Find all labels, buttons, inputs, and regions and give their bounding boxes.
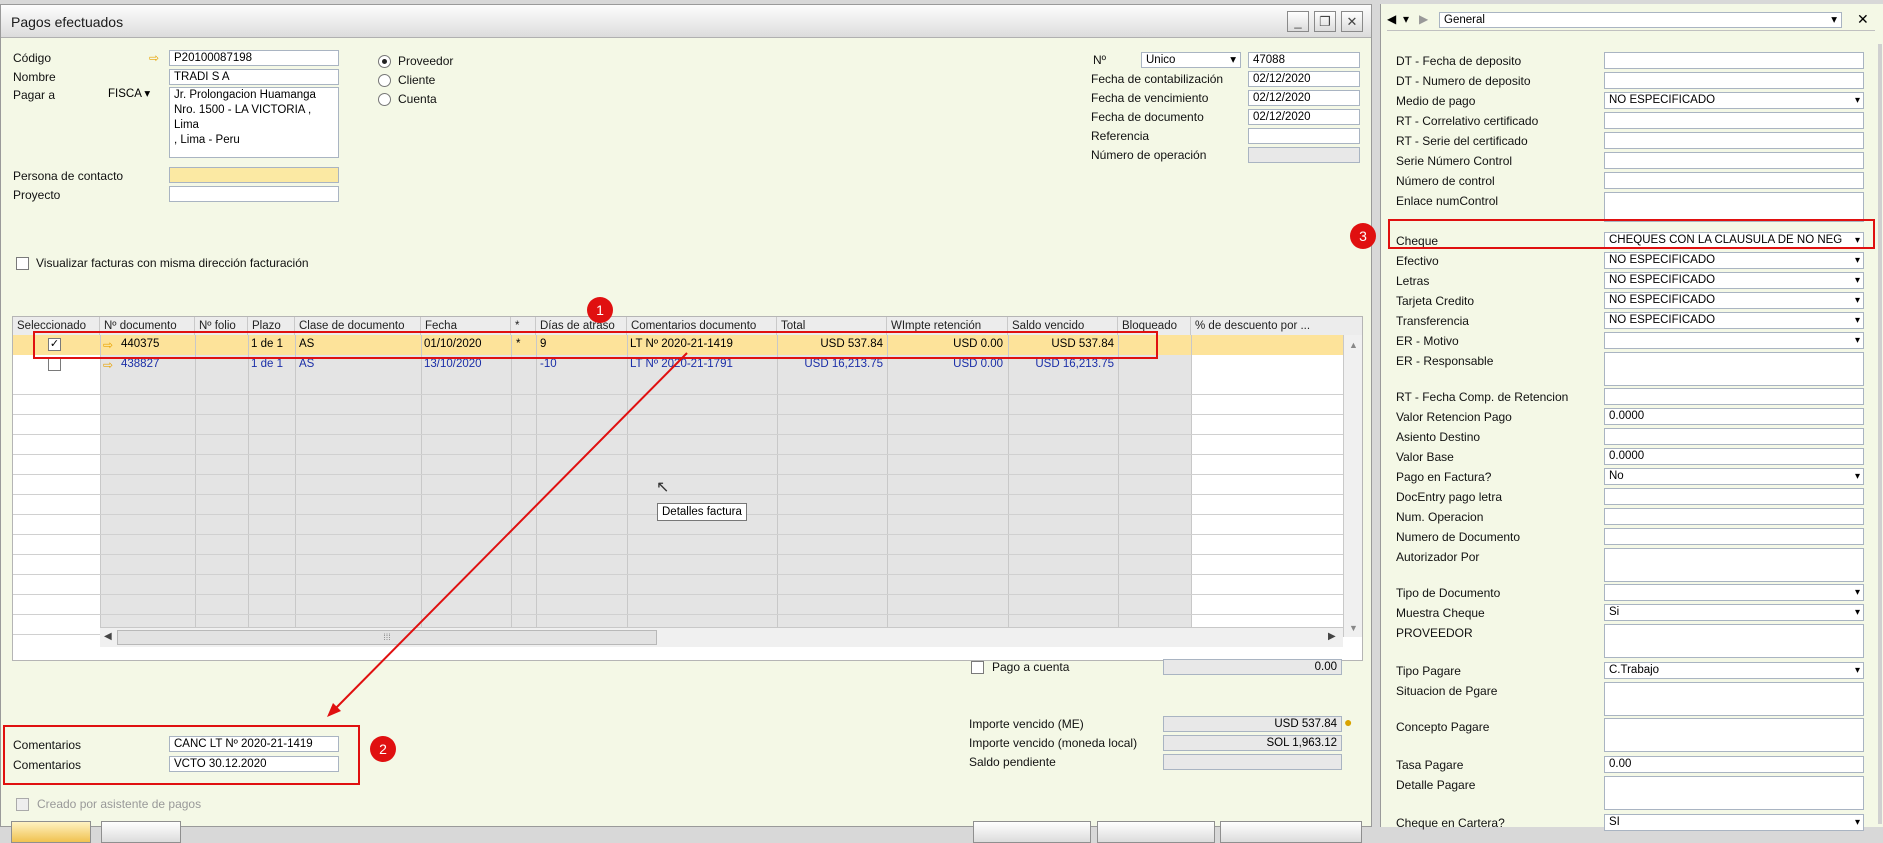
panel-field-input[interactable]: SI ▾ bbox=[1604, 814, 1864, 831]
panel-field-value: Si bbox=[1609, 606, 1620, 618]
chevron-down-icon[interactable]: ▾ bbox=[1855, 273, 1860, 288]
panel-field-label: Serie Número Control bbox=[1396, 154, 1513, 168]
panel-field-label: Muestra Cheque bbox=[1396, 606, 1485, 620]
panel-field-label: ER - Responsable bbox=[1396, 354, 1494, 368]
panel-field-label: Pago en Factura? bbox=[1396, 470, 1492, 484]
panel-field-label: ER - Motivo bbox=[1396, 334, 1459, 348]
chevron-down-icon[interactable]: ▾ bbox=[1855, 815, 1860, 830]
prev-icon[interactable]: ◀ bbox=[1387, 12, 1396, 26]
panel-field-label: Concepto Pagare bbox=[1396, 720, 1490, 734]
panel-field-label: Num. Operacion bbox=[1396, 510, 1484, 524]
panel-field-input[interactable] bbox=[1604, 682, 1864, 716]
panel-field-label: RT - Correlativo certificado bbox=[1396, 114, 1539, 128]
next-icon[interactable]: ▶ bbox=[1419, 12, 1428, 26]
panel-field-input[interactable] bbox=[1604, 488, 1864, 505]
panel-field-input[interactable] bbox=[1604, 112, 1864, 129]
chevron-down-icon[interactable]: ▾ bbox=[1855, 605, 1860, 620]
panel-field-value: SI bbox=[1609, 816, 1620, 828]
panel-field-input[interactable] bbox=[1604, 528, 1864, 545]
user-fields-panel: ◀ ▾ ▶ General ▾ ✕ DT - Fecha de deposito D… bbox=[1380, 4, 1883, 831]
panel-field-input[interactable] bbox=[1604, 388, 1864, 405]
panel-field-label: Transferencia bbox=[1396, 314, 1469, 328]
chevron-down-icon[interactable]: ▾ bbox=[1855, 313, 1860, 328]
panel-field-input[interactable] bbox=[1604, 172, 1864, 189]
chevron-down-icon[interactable]: ▾ bbox=[1855, 469, 1860, 484]
close-icon[interactable]: ✕ bbox=[1857, 11, 1869, 28]
panel-field-input[interactable] bbox=[1604, 776, 1864, 810]
panel-field-value: NO ESPECIFICADO bbox=[1609, 274, 1716, 286]
panel-field-input[interactable] bbox=[1604, 548, 1864, 582]
panel-field-input[interactable] bbox=[1604, 132, 1864, 149]
panel-field-label: Letras bbox=[1396, 274, 1430, 288]
panel-field-value: C.Trabajo bbox=[1609, 664, 1660, 676]
panel-field-value: 0.00 bbox=[1609, 758, 1632, 770]
panel-field-label: Número de control bbox=[1396, 174, 1495, 188]
panel-field-label: RT - Fecha Comp. de Retencion bbox=[1396, 390, 1569, 404]
annotation-badge-3: 3 bbox=[1350, 223, 1376, 249]
panel-field-input[interactable] bbox=[1604, 352, 1864, 386]
panel-field-label: Numero de Documento bbox=[1396, 530, 1521, 544]
panel-field-input[interactable] bbox=[1604, 152, 1864, 169]
chevron-down-icon[interactable]: ▾ bbox=[1855, 93, 1860, 108]
panel-field-input[interactable] bbox=[1604, 624, 1864, 658]
annotation-box-3 bbox=[1388, 219, 1875, 249]
panel-field-input[interactable] bbox=[1604, 718, 1864, 752]
panel-field-label: Situacion de Pgare bbox=[1396, 684, 1498, 698]
panel-header: ◀ ▾ ▶ General ▾ ✕ bbox=[1387, 11, 1875, 31]
panel-field-label: Tipo Pagare bbox=[1396, 664, 1461, 678]
panel-field-value: No bbox=[1609, 470, 1624, 482]
panel-field-label: PROVEEDOR bbox=[1396, 626, 1473, 640]
panel-field-input[interactable]: C.Trabajo ▾ bbox=[1604, 662, 1864, 679]
panel-field-label: Tipo de Documento bbox=[1396, 586, 1501, 600]
panel-field-input[interactable]: NO ESPECIFICADO ▾ bbox=[1604, 292, 1864, 309]
panel-field-value: NO ESPECIFICADO bbox=[1609, 294, 1716, 306]
payments-window: Pagos efectuados _ ❐ ✕ Código ⇨ P2010008… bbox=[0, 4, 1372, 843]
panel-field-input[interactable]: 0.0000 bbox=[1604, 448, 1864, 465]
panel-field-label: Enlace numControl bbox=[1396, 194, 1499, 208]
panel-field-input[interactable] bbox=[1604, 72, 1864, 89]
panel-field-label: DT - Fecha de deposito bbox=[1396, 54, 1522, 68]
panel-field-input[interactable]: Si ▾ bbox=[1604, 604, 1864, 621]
chevron-down-icon[interactable]: ▾ bbox=[1855, 253, 1860, 268]
panel-field-label: Medio de pago bbox=[1396, 94, 1476, 108]
panel-field-label: Valor Retencion Pago bbox=[1396, 410, 1512, 424]
chevron-down-icon[interactable]: ▾ bbox=[1855, 663, 1860, 678]
panel-field-input[interactable]: ▾ bbox=[1604, 584, 1864, 601]
panel-scrollbar[interactable] bbox=[1878, 44, 1882, 824]
panel-category-select[interactable]: General ▾ bbox=[1439, 12, 1842, 28]
panel-field-value: NO ESPECIFICADO bbox=[1609, 94, 1716, 106]
panel-field-label: Autorizador Por bbox=[1396, 550, 1480, 564]
panel-field-input[interactable] bbox=[1604, 428, 1864, 445]
panel-field-value: NO ESPECIFICADO bbox=[1609, 314, 1716, 326]
panel-field-input[interactable]: NO ESPECIFICADO ▾ bbox=[1604, 312, 1864, 329]
panel-field-label: Detalle Pagare bbox=[1396, 778, 1476, 792]
annotation-arrow bbox=[327, 352, 688, 717]
panel-field-label: Asiento Destino bbox=[1396, 430, 1481, 444]
panel-field-input[interactable] bbox=[1604, 508, 1864, 525]
panel-field-label: DT - Numero de deposito bbox=[1396, 74, 1531, 88]
panel-field-input[interactable]: NO ESPECIFICADO ▾ bbox=[1604, 92, 1864, 109]
panel-field-label: Valor Base bbox=[1396, 450, 1454, 464]
dropdown-icon[interactable]: ▾ bbox=[1403, 12, 1409, 26]
panel-field-input[interactable]: ▾ bbox=[1604, 332, 1864, 349]
chevron-down-icon[interactable]: ▾ bbox=[1855, 293, 1860, 308]
panel-field-label: DocEntry pago letra bbox=[1396, 490, 1503, 504]
panel-field-input[interactable] bbox=[1604, 52, 1864, 69]
panel-field-input[interactable] bbox=[1604, 192, 1864, 222]
panel-field-input[interactable]: NO ESPECIFICADO ▾ bbox=[1604, 252, 1864, 269]
panel-field-input[interactable]: 0.0000 bbox=[1604, 408, 1864, 425]
panel-field-value: 0.0000 bbox=[1609, 450, 1645, 462]
panel-field-label: Tarjeta Credito bbox=[1396, 294, 1475, 308]
panel-field-value: 0.0000 bbox=[1609, 410, 1645, 422]
chevron-down-icon[interactable]: ▾ bbox=[1855, 585, 1860, 600]
panel-field-input[interactable]: No ▾ bbox=[1604, 468, 1864, 485]
panel-field-input[interactable]: NO ESPECIFICADO ▾ bbox=[1604, 272, 1864, 289]
chevron-down-icon[interactable]: ▾ bbox=[1855, 333, 1860, 348]
panel-field-label: RT - Serie del certificado bbox=[1396, 134, 1528, 148]
panel-field-value: NO ESPECIFICADO bbox=[1609, 254, 1716, 266]
panel-field-label: Cheque en Cartera? bbox=[1396, 816, 1505, 830]
panel-field-label: Efectivo bbox=[1396, 254, 1439, 268]
panel-field-label: Tasa Pagare bbox=[1396, 758, 1464, 772]
panel-field-input[interactable]: 0.00 bbox=[1604, 756, 1864, 773]
